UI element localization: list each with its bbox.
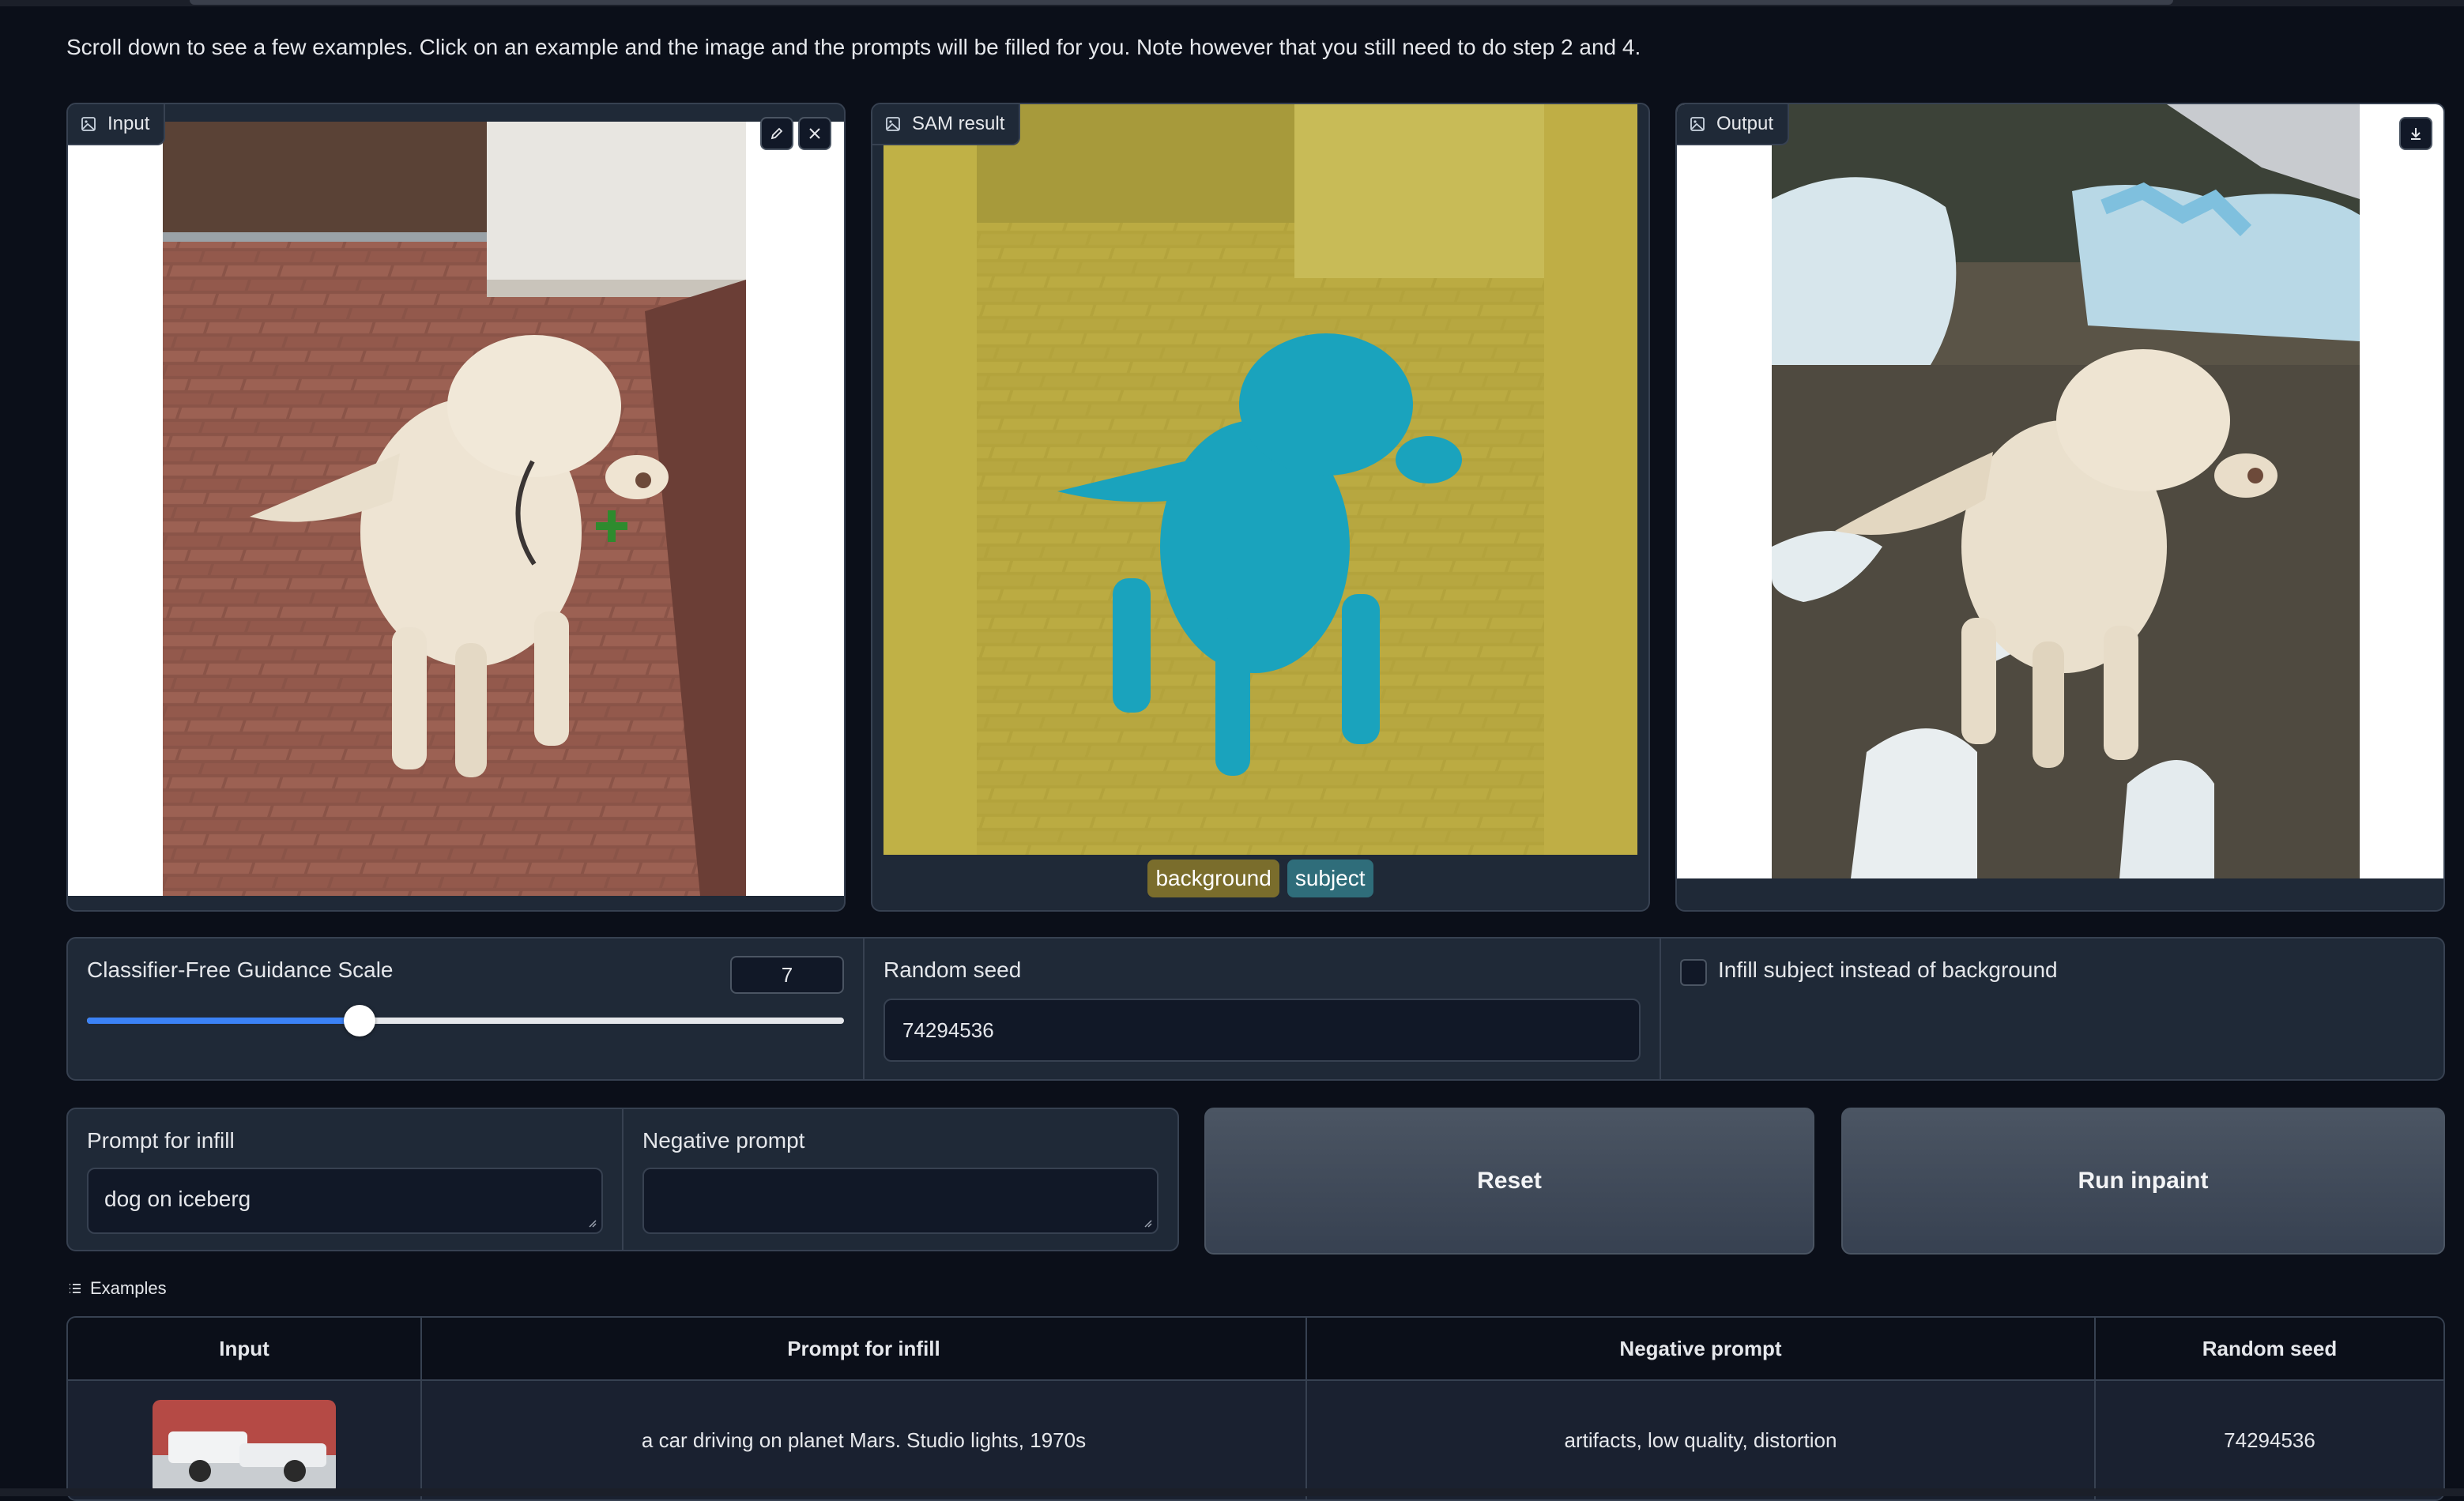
- cfg-number-input[interactable]: 7: [730, 956, 844, 994]
- input-panel-label: Input: [68, 104, 166, 145]
- prompt-textarea[interactable]: dog on iceberg: [87, 1168, 603, 1234]
- image-icon: [1690, 117, 1705, 131]
- clear-button[interactable]: [798, 117, 831, 150]
- seed-label: Random seed: [883, 957, 1022, 982]
- infill-subject-label[interactable]: Infill subject instead of background: [1718, 957, 2058, 983]
- window-bottom-bar: [0, 1488, 2464, 1496]
- sam-label-text: SAM result: [912, 113, 1005, 134]
- prompt-cell: Prompt for infill dog on iceberg: [68, 1109, 624, 1250]
- prompt-label: Prompt for infill: [87, 1128, 235, 1153]
- input-canvas[interactable]: [68, 122, 844, 896]
- input-label-text: Input: [107, 113, 150, 134]
- example-thumbnail[interactable]: [153, 1400, 336, 1495]
- column-header: Random seed: [2202, 1336, 2338, 1360]
- sam-legend: background subject: [872, 860, 1648, 897]
- pencil-icon: [770, 127, 783, 140]
- download-icon: [2411, 128, 2421, 140]
- image-icon: [886, 117, 900, 131]
- resize-grip-icon[interactable]: [587, 1218, 597, 1228]
- point-marker-icon[interactable]: [594, 509, 629, 544]
- input-photo: [163, 122, 746, 896]
- infill-subject-control: Infill subject instead of background: [1661, 939, 2443, 1079]
- generation-controls: Classifier-Free Guidance Scale 7 Random …: [66, 937, 2445, 1081]
- window-top-bar: [0, 0, 2464, 6]
- seed-control: Random seed 74294536: [865, 939, 1661, 1079]
- examples-header[interactable]: Examples: [68, 1278, 167, 1299]
- negative-prompt-label: Negative prompt: [642, 1128, 805, 1153]
- negative-prompt-textarea[interactable]: [642, 1168, 1159, 1234]
- output-label-text: Output: [1716, 113, 1774, 134]
- legend-subject: subject: [1287, 860, 1373, 897]
- examples-title: Examples: [90, 1278, 167, 1298]
- example-negative-prompt[interactable]: artifacts, low quality, distortion: [1307, 1381, 2096, 1499]
- output-panel-label: Output: [1677, 104, 1790, 145]
- examples-table: Input Prompt for infill Negative prompt …: [66, 1316, 2445, 1501]
- cfg-slider-thumb[interactable]: [343, 1005, 375, 1036]
- seed-input[interactable]: 74294536: [883, 999, 1641, 1062]
- example-input-cell[interactable]: [68, 1381, 422, 1499]
- cfg-slider[interactable]: [87, 1005, 844, 1036]
- cfg-slider-fill: [87, 1018, 360, 1024]
- dog-on-pavement-image: [163, 122, 746, 896]
- legend-background: background: [1147, 860, 1279, 897]
- intro-text: Scroll down to see a few examples. Click…: [66, 35, 1641, 59]
- examples-table-header: Input Prompt for infill Negative prompt …: [68, 1318, 2443, 1381]
- cfg-control: Classifier-Free Guidance Scale 7: [68, 939, 865, 1079]
- top-scroll-thumb[interactable]: [190, 0, 2173, 5]
- close-icon: [809, 128, 820, 139]
- table-row[interactable]: a car driving on planet Mars. Studio lig…: [68, 1381, 2443, 1499]
- negative-prompt-cell: Negative prompt: [624, 1109, 1177, 1250]
- list-icon: [70, 1284, 81, 1293]
- dog-on-iceberg-image: [1772, 104, 2360, 878]
- input-image-panel[interactable]: Input: [66, 103, 846, 912]
- example-seed[interactable]: 74294536: [2096, 1381, 2443, 1499]
- edit-button[interactable]: [760, 117, 793, 150]
- prompt-inputs: Prompt for infill dog on iceberg Negativ…: [66, 1108, 1179, 1251]
- column-header: Input: [68, 1318, 422, 1379]
- sam-mask-image: [883, 104, 1637, 855]
- prompt-value: dog on iceberg: [104, 1187, 251, 1211]
- car-thumbnail-image: [153, 1400, 336, 1495]
- run-inpaint-button[interactable]: Run inpaint: [1841, 1108, 2445, 1255]
- example-prompt[interactable]: a car driving on planet Mars. Studio lig…: [422, 1381, 1307, 1499]
- output-canvas: [1677, 104, 2443, 878]
- output-image-panel: Output: [1675, 103, 2445, 912]
- download-button[interactable]: [2399, 117, 2432, 150]
- image-icon: [81, 117, 96, 131]
- reset-button[interactable]: Reset: [1204, 1108, 1814, 1255]
- column-header: Negative prompt: [1307, 1318, 2096, 1379]
- output-photo: [1772, 104, 2360, 878]
- sam-panel-label: SAM result: [872, 104, 1021, 145]
- infill-subject-checkbox[interactable]: [1680, 959, 1707, 986]
- cfg-label: Classifier-Free Guidance Scale: [87, 957, 394, 982]
- column-header: Prompt for infill: [422, 1318, 1307, 1379]
- resize-grip-icon[interactable]: [1143, 1218, 1152, 1228]
- sam-result-panel: SAM result background subject: [871, 103, 1650, 912]
